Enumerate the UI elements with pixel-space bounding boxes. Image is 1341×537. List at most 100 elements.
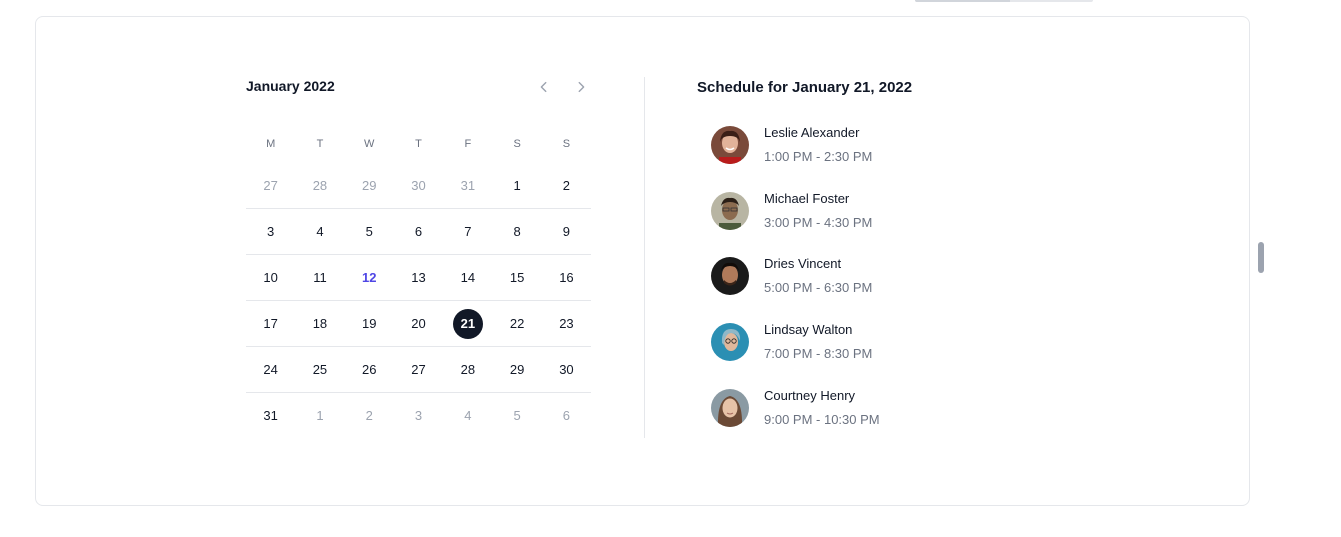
calendar-day[interactable]: 4 bbox=[443, 393, 492, 438]
calendar-day[interactable]: 3 bbox=[394, 393, 443, 438]
calendar-day[interactable]: 29 bbox=[345, 162, 394, 208]
calendar-day[interactable]: 27 bbox=[246, 162, 295, 208]
day-number: 4 bbox=[464, 408, 472, 423]
calendar-day[interactable]: 9 bbox=[542, 209, 591, 254]
calendar-day[interactable]: 26 bbox=[345, 347, 394, 392]
avatar-dries-icon bbox=[711, 257, 749, 295]
days-grid: 27 28 29 30 31 1 2 3 4 5 6 7 8 9 10 11 12 13 14 15 16 17 18 19 2… bbox=[246, 162, 591, 438]
previous-month-button[interactable] bbox=[533, 76, 555, 98]
day-number: 26 bbox=[362, 362, 377, 377]
day-number: 10 bbox=[263, 270, 278, 285]
calendar-day[interactable]: 2 bbox=[345, 393, 394, 438]
calendar-day[interactable]: 5 bbox=[492, 393, 541, 438]
schedule-title: Schedule for January 21, 2022 bbox=[697, 79, 913, 96]
calendar-day[interactable]: 11 bbox=[295, 255, 344, 300]
calendar-day[interactable]: 30 bbox=[542, 347, 591, 392]
calendar-day[interactable]: 30 bbox=[394, 162, 443, 208]
calendar-day[interactable]: 16 bbox=[542, 255, 591, 300]
calendar-day[interactable]: 7 bbox=[443, 209, 492, 254]
day-number: 14 bbox=[460, 270, 476, 285]
weekday-header: M T W T F S S bbox=[246, 136, 591, 152]
calendar-day[interactable]: 14 bbox=[443, 255, 492, 300]
calendar-day[interactable]: 1 bbox=[295, 393, 344, 438]
day-number: 30 bbox=[559, 362, 574, 377]
calendar-day[interactable]: 31 bbox=[443, 162, 492, 208]
day-number: 24 bbox=[263, 362, 278, 377]
avatar bbox=[711, 257, 749, 295]
day-number: 29 bbox=[362, 177, 377, 193]
calendar-day[interactable]: 23 bbox=[542, 301, 591, 346]
day-number: 3 bbox=[267, 224, 275, 239]
calendar-day[interactable]: 17 bbox=[246, 301, 295, 346]
day-number: 5 bbox=[513, 408, 521, 423]
event-name: Michael Foster bbox=[764, 191, 850, 206]
weekday-label: S bbox=[513, 138, 521, 150]
day-number: 8 bbox=[513, 224, 521, 239]
calendar-day[interactable]: 4 bbox=[295, 209, 344, 254]
event-item[interactable]: Courtney Henry 9:00 PM - 10:30 PM bbox=[711, 385, 1071, 437]
week-row: 17 18 19 20 21 22 23 bbox=[246, 300, 591, 346]
calendar-day[interactable]: 10 bbox=[246, 255, 295, 300]
day-number: 28 bbox=[460, 362, 476, 377]
event-time: 1:00 PM - 2:30 PM bbox=[764, 149, 873, 164]
event-item[interactable]: Lindsay Walton 7:00 PM - 8:30 PM bbox=[711, 319, 1071, 371]
calendar-day[interactable]: 6 bbox=[394, 209, 443, 254]
vertical-divider bbox=[644, 77, 645, 438]
calendar-day[interactable]: 24 bbox=[246, 347, 295, 392]
week-row: 10 11 12 13 14 15 16 bbox=[246, 254, 591, 300]
day-number: 5 bbox=[365, 224, 373, 239]
day-number: 16 bbox=[559, 270, 574, 285]
event-time: 9:00 PM - 10:30 PM bbox=[764, 412, 880, 427]
week-row: 3 4 5 6 7 8 9 bbox=[246, 208, 591, 254]
calendar-day[interactable]: 5 bbox=[345, 209, 394, 254]
calendar-day[interactable]: 29 bbox=[492, 347, 541, 392]
week-row: 27 28 29 30 31 1 2 bbox=[246, 162, 591, 208]
calendar-day[interactable]: 27 bbox=[394, 347, 443, 392]
calendar-day[interactable]: 15 bbox=[492, 255, 541, 300]
calendar-day[interactable]: 3 bbox=[246, 209, 295, 254]
avatar bbox=[711, 389, 749, 427]
calendar-header: January 2022 bbox=[246, 72, 591, 102]
calendar-day[interactable]: 25 bbox=[295, 347, 344, 392]
avatar bbox=[711, 126, 749, 164]
calendar-day[interactable]: 6 bbox=[542, 393, 591, 438]
week-row: 24 25 26 27 28 29 30 bbox=[246, 346, 591, 392]
day-number: 21 bbox=[452, 308, 483, 339]
day-number: 22 bbox=[509, 316, 525, 331]
event-item[interactable]: Leslie Alexander 1:00 PM - 2:30 PM bbox=[711, 122, 1071, 174]
avatar bbox=[711, 323, 749, 361]
weekday-label: F bbox=[464, 138, 472, 150]
day-number: 1 bbox=[316, 408, 324, 423]
next-month-button[interactable] bbox=[570, 76, 592, 98]
calendar-day[interactable]: 1 bbox=[492, 162, 541, 208]
calendar-day[interactable]: 20 bbox=[394, 301, 443, 346]
event-time: 5:00 PM - 6:30 PM bbox=[764, 280, 873, 295]
weekday-label: W bbox=[364, 138, 375, 150]
calendar: January 2022 M T W T F S S 27 28 29 30 31 1 2 3… bbox=[246, 72, 591, 423]
day-number: 6 bbox=[562, 408, 571, 423]
weekday-label: S bbox=[562, 138, 571, 150]
event-item[interactable]: Michael Foster 3:00 PM - 4:30 PM bbox=[711, 188, 1071, 240]
day-number: 31 bbox=[460, 177, 476, 193]
event-item[interactable]: Dries Vincent 5:00 PM - 6:30 PM bbox=[711, 253, 1071, 305]
scrollbar-thumb[interactable] bbox=[1258, 242, 1264, 273]
day-number: 6 bbox=[414, 224, 423, 239]
calendar-day[interactable]: 2 bbox=[542, 162, 591, 208]
today-day[interactable]: 12 bbox=[345, 255, 394, 300]
avatar bbox=[711, 192, 749, 230]
schedule-panel: Schedule for January 21, 2022 Leslie Ale… bbox=[697, 77, 1097, 427]
calendar-day[interactable]: 19 bbox=[345, 301, 394, 346]
calendar-day[interactable]: 28 bbox=[295, 162, 344, 208]
calendar-day[interactable]: 8 bbox=[492, 209, 541, 254]
calendar-day[interactable]: 13 bbox=[394, 255, 443, 300]
calendar-day[interactable]: 22 bbox=[492, 301, 541, 346]
calendar-day[interactable]: 28 bbox=[443, 347, 492, 392]
selected-day[interactable]: 21 bbox=[443, 301, 492, 346]
weekday-label: T bbox=[316, 138, 324, 150]
calendar-day[interactable]: 31 bbox=[246, 393, 295, 438]
month-title: January 2022 bbox=[246, 78, 335, 94]
day-number: 17 bbox=[263, 316, 278, 331]
day-number: 12 bbox=[362, 270, 377, 285]
event-time: 3:00 PM - 4:30 PM bbox=[764, 215, 873, 230]
calendar-day[interactable]: 18 bbox=[295, 301, 344, 346]
